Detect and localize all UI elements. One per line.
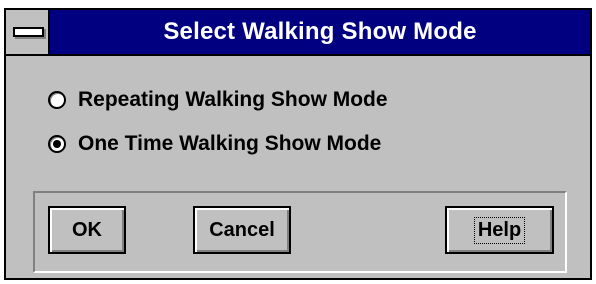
help-button-label: Help — [473, 216, 526, 244]
radio-dot-icon — [53, 140, 61, 148]
radio-button-selected-icon[interactable] — [48, 135, 66, 153]
walking-show-mode-dialog: Select Walking Show Mode Repeating Walki… — [4, 8, 592, 280]
radio-label-one-time[interactable]: One Time Walking Show Mode — [78, 132, 381, 156]
ok-button[interactable]: OK — [48, 206, 126, 254]
radio-button-unselected-icon[interactable] — [48, 91, 66, 109]
radio-repeating-mode[interactable]: Repeating Walking Show Mode — [48, 86, 388, 114]
system-menu-icon — [13, 27, 44, 37]
radio-one-time-mode[interactable]: One Time Walking Show Mode — [48, 130, 381, 158]
system-menu-button[interactable] — [6, 10, 50, 54]
title-bar[interactable]: Select Walking Show Mode — [6, 10, 590, 56]
cancel-button[interactable]: Cancel — [193, 206, 291, 254]
dialog-title: Select Walking Show Mode — [163, 18, 477, 45]
help-button[interactable]: Help — [445, 206, 554, 254]
radio-label-repeating[interactable]: Repeating Walking Show Mode — [78, 88, 388, 112]
